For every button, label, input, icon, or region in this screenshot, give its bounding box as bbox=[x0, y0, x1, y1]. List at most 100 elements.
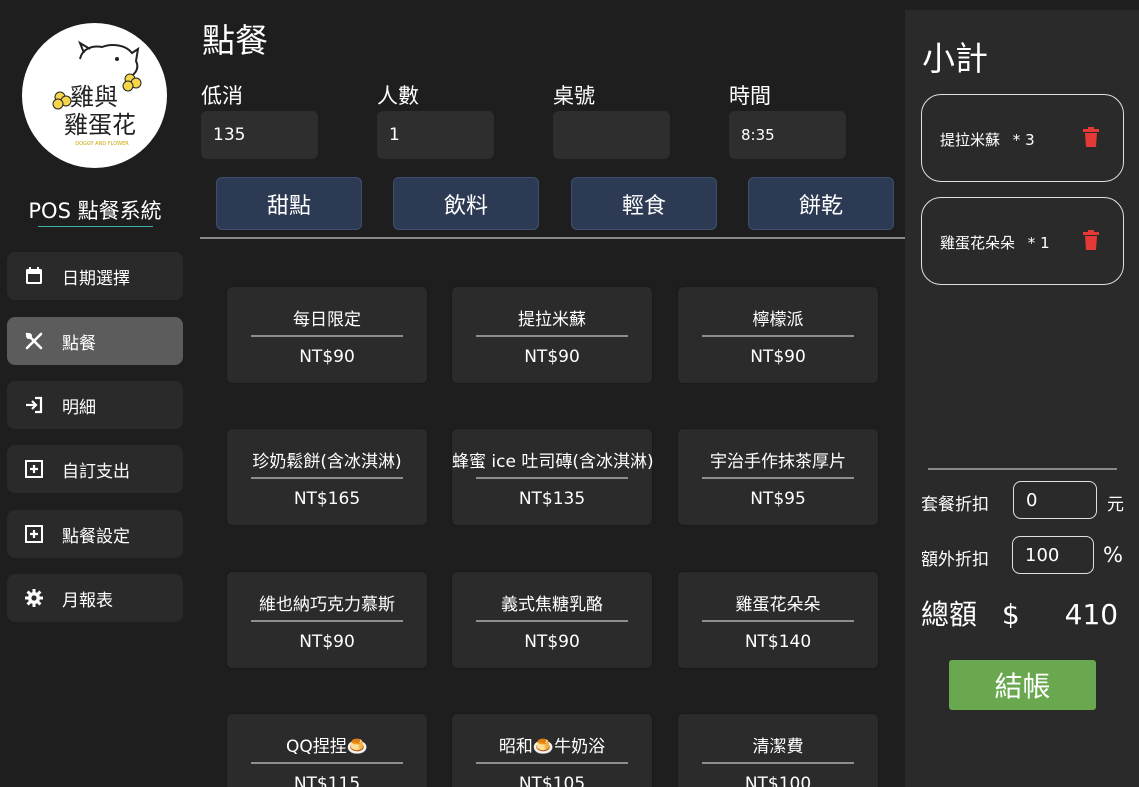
nav-item-details[interactable]: 明細 bbox=[7, 381, 183, 429]
subtotal-title: 小計 bbox=[922, 39, 988, 78]
set-discount-label: 套餐折扣 bbox=[921, 495, 989, 515]
product-card[interactable]: 每日限定 NT$90 bbox=[226, 286, 428, 384]
product-card[interactable]: 維也納巧克力慕斯 NT$90 bbox=[226, 571, 428, 669]
product-price: NT$90 bbox=[524, 632, 580, 652]
time-label: 時間 bbox=[729, 84, 771, 108]
logo-text-line1: 雞與 bbox=[70, 83, 118, 111]
sign-in-icon bbox=[24, 395, 44, 415]
subtotal-panel: 小計 提拉米蘇 * 3 雞蛋花朵朵 * 1 套餐折扣 0 元 額外折扣 100 bbox=[905, 10, 1139, 787]
min-charge-label: 低消 bbox=[201, 84, 243, 108]
product-name: 清潔費 bbox=[752, 737, 804, 757]
nav-item-date-select[interactable]: 日期選擇 bbox=[7, 252, 183, 300]
product-card[interactable]: 檸檬派 NT$90 bbox=[677, 286, 879, 384]
cart-item-text: 雞蛋花朵朵 * 1 bbox=[940, 232, 1050, 253]
product-price: NT$90 bbox=[299, 347, 355, 367]
cart-item-name: 提拉米蘇 bbox=[940, 131, 1001, 149]
nav-label: 日期選擇 bbox=[62, 268, 130, 289]
extra-discount-label: 額外折扣 bbox=[921, 550, 989, 570]
product-name: 義式焦糖乳酪 bbox=[501, 595, 603, 615]
app-title: POS 點餐系統 bbox=[28, 199, 162, 223]
category-divider bbox=[200, 237, 905, 239]
product-divider bbox=[476, 620, 628, 622]
product-price: NT$165 bbox=[293, 489, 361, 509]
table-number-input[interactable] bbox=[553, 111, 670, 159]
time-input[interactable]: 8:35 bbox=[729, 111, 846, 159]
product-divider bbox=[476, 762, 628, 764]
product-price: NT$105 bbox=[518, 774, 586, 787]
trash-icon[interactable] bbox=[1082, 230, 1100, 250]
product-name: 宇治手作抹茶厚片 bbox=[710, 452, 846, 472]
utensils-icon bbox=[24, 331, 44, 351]
logo-subtext: DOGGY AND FLOWER bbox=[75, 141, 129, 147]
nav-item-order[interactable]: 點餐 bbox=[7, 317, 183, 365]
currency-symbol: $ bbox=[1001, 598, 1020, 631]
cart-item-name: 雞蛋花朵朵 bbox=[940, 234, 1016, 252]
gear-icon bbox=[24, 588, 44, 608]
guests-label: 人數 bbox=[377, 84, 419, 108]
product-name: 提拉米蘇 bbox=[518, 310, 586, 330]
product-card[interactable]: 雞蛋花朵朵 NT$140 bbox=[677, 571, 879, 669]
cart-item-qty: * 1 bbox=[1027, 234, 1050, 252]
nav-label: 月報表 bbox=[62, 590, 113, 611]
extra-discount-input[interactable]: 100 bbox=[1012, 536, 1094, 574]
brand-logo: 雞與 雞蛋花 DOGGY AND FLOWER bbox=[22, 23, 167, 168]
page-title: 點餐 bbox=[202, 21, 268, 60]
product-name: 珍奶鬆餅(含冰淇淋) bbox=[252, 452, 402, 472]
min-charge-input[interactable]: 135 bbox=[201, 111, 318, 159]
product-divider bbox=[251, 620, 403, 622]
calendar-icon bbox=[24, 266, 44, 286]
product-divider bbox=[702, 335, 854, 337]
plus-square-icon bbox=[24, 524, 44, 544]
table-number-label: 桌號 bbox=[553, 84, 595, 108]
product-divider bbox=[476, 335, 628, 337]
product-price: NT$115 bbox=[293, 774, 361, 787]
product-card[interactable]: 義式焦糖乳酪 NT$90 bbox=[451, 571, 653, 669]
product-divider bbox=[702, 620, 854, 622]
product-name: 蜂蜜 ice 吐司磚(含冰淇淋) bbox=[452, 452, 654, 472]
total-amount: 410 bbox=[1064, 598, 1119, 631]
product-card[interactable]: 蜂蜜 ice 吐司磚(含冰淇淋) NT$135 bbox=[451, 428, 654, 526]
nav-label: 明細 bbox=[62, 397, 96, 418]
category-light-meal-button[interactable]: 輕食 bbox=[571, 177, 717, 230]
product-name: QQ捏捏🍮 bbox=[286, 737, 368, 757]
category-cookies-button[interactable]: 餅乾 bbox=[748, 177, 894, 230]
product-divider bbox=[476, 477, 628, 479]
product-card[interactable]: 昭和🍮牛奶浴 NT$105 bbox=[451, 713, 653, 787]
guests-input[interactable]: 1 bbox=[377, 111, 494, 159]
nav-item-custom-expense[interactable]: 自訂支出 bbox=[7, 445, 183, 493]
plus-square-icon bbox=[24, 459, 44, 479]
cart-item: 雞蛋花朵朵 * 1 bbox=[921, 197, 1124, 285]
category-drinks-button[interactable]: 飲料 bbox=[393, 177, 539, 230]
logo-text-line2: 雞蛋花 bbox=[64, 111, 136, 139]
product-name: 昭和🍮牛奶浴 bbox=[498, 737, 606, 757]
product-price: NT$90 bbox=[524, 347, 580, 367]
product-name: 維也納巧克力慕斯 bbox=[259, 595, 395, 615]
product-card[interactable]: 清潔費 NT$100 bbox=[677, 713, 879, 787]
cart-item-text: 提拉米蘇 * 3 bbox=[940, 129, 1035, 150]
order-main: 點餐 低消 135 人數 1 桌號 時間 8:35 甜點 飲料 輕食 餅乾 每日… bbox=[200, 0, 905, 787]
checkout-button[interactable]: 結帳 bbox=[949, 660, 1096, 710]
nav-item-monthly-report[interactable]: 月報表 bbox=[7, 574, 183, 622]
extra-discount-unit: % bbox=[1103, 543, 1123, 567]
sidebar: 雞與 雞蛋花 DOGGY AND FLOWER POS 點餐系統 日期選擇 點餐… bbox=[0, 0, 200, 787]
product-price: NT$135 bbox=[518, 489, 586, 509]
total-label: 總額 bbox=[921, 598, 978, 631]
product-card[interactable]: 宇治手作抹茶厚片 NT$95 bbox=[677, 428, 879, 526]
product-card[interactable]: QQ捏捏🍮 NT$115 bbox=[226, 713, 428, 787]
category-dessert-button[interactable]: 甜點 bbox=[216, 177, 362, 230]
title-underline bbox=[38, 226, 153, 227]
nav-item-order-settings[interactable]: 點餐設定 bbox=[7, 510, 183, 558]
trash-icon[interactable] bbox=[1082, 127, 1100, 147]
product-card[interactable]: 珍奶鬆餅(含冰淇淋) NT$165 bbox=[226, 428, 428, 526]
product-price: NT$100 bbox=[744, 774, 812, 787]
product-name: 檸檬派 bbox=[752, 310, 804, 330]
product-divider bbox=[702, 762, 854, 764]
set-discount-input[interactable]: 0 bbox=[1013, 481, 1097, 519]
nav-label: 自訂支出 bbox=[62, 461, 130, 482]
product-price: NT$95 bbox=[750, 489, 806, 509]
product-card[interactable]: 提拉米蘇 NT$90 bbox=[451, 286, 653, 384]
product-price: NT$140 bbox=[744, 632, 812, 652]
cart-item: 提拉米蘇 * 3 bbox=[921, 94, 1124, 182]
pos-app: 雞與 雞蛋花 DOGGY AND FLOWER POS 點餐系統 日期選擇 點餐… bbox=[0, 0, 1139, 787]
product-price: NT$90 bbox=[750, 347, 806, 367]
